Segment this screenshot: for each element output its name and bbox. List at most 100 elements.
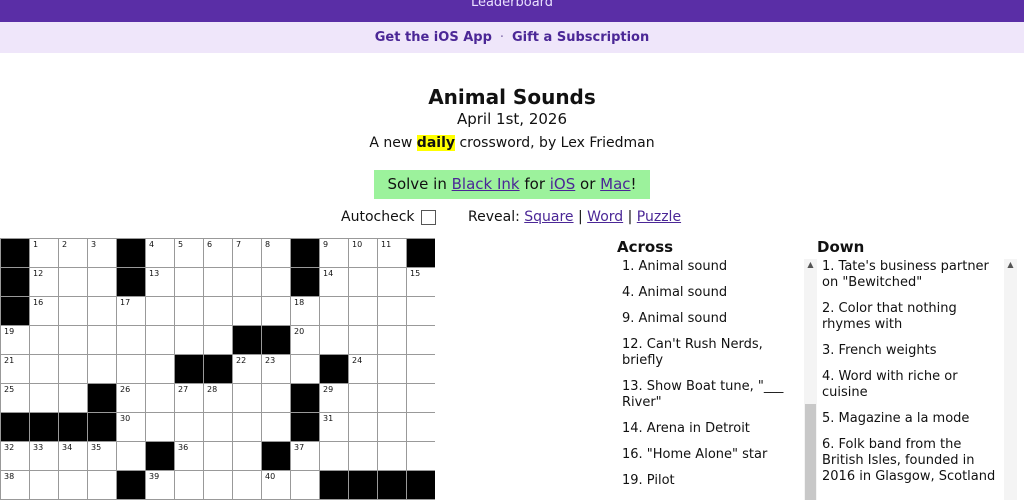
down-clue[interactable]: 3. French weights — [822, 343, 1002, 359]
grid-cell[interactable] — [146, 413, 175, 442]
grid-cell[interactable]: 30 — [117, 413, 146, 442]
grid-cell[interactable]: 8 — [262, 239, 291, 268]
scroll-up-icon[interactable]: ▲ — [804, 259, 817, 271]
down-clue[interactable]: 1. Tate's business partner on "Bewitched… — [822, 259, 1002, 291]
grid-cell[interactable]: 26 — [117, 384, 146, 413]
grid-cell[interactable] — [30, 384, 59, 413]
reveal-puzzle-link[interactable]: Puzzle — [637, 209, 681, 225]
grid-cell[interactable]: 13 — [146, 268, 175, 297]
across-clue[interactable]: 9. Animal sound — [622, 311, 802, 327]
scroll-thumb[interactable] — [805, 404, 816, 500]
grid-cell[interactable] — [262, 297, 291, 326]
grid-cell[interactable]: 28 — [204, 384, 233, 413]
grid-cell[interactable]: 10 — [349, 239, 378, 268]
across-clue-list[interactable]: 1. Animal sound 4. Animal sound 9. Animal … — [622, 259, 802, 500]
grid-cell[interactable] — [291, 471, 320, 500]
grid-cell[interactable]: 4 — [146, 239, 175, 268]
grid-cell[interactable] — [349, 297, 378, 326]
grid-cell[interactable] — [233, 297, 262, 326]
reveal-square-link[interactable]: Square — [524, 209, 573, 225]
grid-cell[interactable] — [204, 471, 233, 500]
grid-cell[interactable]: 35 — [88, 442, 117, 471]
ios-link[interactable]: iOS — [550, 175, 576, 193]
grid-cell[interactable] — [349, 268, 378, 297]
down-clue[interactable]: 2. Color that nothing rhymes with — [822, 301, 1002, 333]
grid-cell[interactable] — [320, 442, 349, 471]
grid-cell[interactable] — [175, 413, 204, 442]
down-clue[interactable]: 6. Folk band from the British Isles, fou… — [822, 437, 1002, 485]
grid-cell[interactable]: 5 — [175, 239, 204, 268]
grid-cell[interactable]: 39 — [146, 471, 175, 500]
grid-cell[interactable] — [146, 355, 175, 384]
grid-cell[interactable] — [59, 297, 88, 326]
grid-cell[interactable] — [320, 297, 349, 326]
across-clue[interactable]: 4. Animal sound — [622, 285, 802, 301]
grid-cell[interactable]: 23 — [262, 355, 291, 384]
grid-cell[interactable] — [378, 297, 407, 326]
leaderboard-link[interactable]: Leaderboard — [0, 0, 1024, 10]
gift-subscription-link[interactable]: Gift a Subscription — [512, 30, 649, 45]
grid-cell[interactable] — [378, 384, 407, 413]
grid-cell[interactable]: 21 — [1, 355, 30, 384]
grid-cell[interactable] — [349, 384, 378, 413]
mac-link[interactable]: Mac — [600, 175, 630, 193]
grid-cell[interactable] — [175, 326, 204, 355]
grid-cell[interactable] — [59, 355, 88, 384]
black-ink-link[interactable]: Black Ink — [452, 175, 520, 193]
grid-cell[interactable]: 22 — [233, 355, 262, 384]
grid-cell[interactable]: 24 — [349, 355, 378, 384]
grid-cell[interactable] — [30, 326, 59, 355]
grid-cell[interactable] — [59, 384, 88, 413]
down-clue[interactable]: 5. Magazine a la mode — [822, 411, 1002, 427]
grid-cell[interactable] — [349, 413, 378, 442]
across-clue[interactable]: 14. Arena in Detroit — [622, 421, 802, 437]
grid-cell[interactable] — [88, 471, 117, 500]
grid-cell[interactable]: 37 — [291, 442, 320, 471]
grid-cell[interactable]: 3 — [88, 239, 117, 268]
grid-cell[interactable] — [291, 355, 320, 384]
grid-cell[interactable] — [349, 326, 378, 355]
grid-cell[interactable] — [88, 297, 117, 326]
grid-cell[interactable] — [88, 355, 117, 384]
grid-cell[interactable]: 29 — [320, 384, 349, 413]
grid-cell[interactable] — [262, 384, 291, 413]
grid-cell[interactable] — [233, 471, 262, 500]
grid-cell[interactable] — [146, 297, 175, 326]
grid-cell[interactable]: 32 — [1, 442, 30, 471]
grid-cell[interactable]: 11 — [378, 239, 407, 268]
grid-cell[interactable] — [378, 442, 407, 471]
grid-cell[interactable] — [349, 442, 378, 471]
grid-cell[interactable]: 25 — [1, 384, 30, 413]
across-clue[interactable]: 16. "Home Alone" star — [622, 447, 802, 463]
grid-cell[interactable]: 2 — [59, 239, 88, 268]
across-scrollbar[interactable]: ▲ — [804, 259, 817, 500]
reveal-word-link[interactable]: Word — [587, 209, 623, 225]
grid-cell[interactable]: 9 — [320, 239, 349, 268]
grid-cell[interactable] — [88, 268, 117, 297]
grid-cell[interactable] — [146, 384, 175, 413]
grid-cell[interactable] — [59, 471, 88, 500]
grid-cell[interactable]: 12 — [30, 268, 59, 297]
grid-cell[interactable]: 33 — [30, 442, 59, 471]
grid-cell[interactable]: 34 — [59, 442, 88, 471]
grid-cell[interactable] — [233, 268, 262, 297]
grid-cell[interactable] — [378, 326, 407, 355]
grid-cell[interactable]: 40 — [262, 471, 291, 500]
grid-cell[interactable] — [378, 355, 407, 384]
get-ios-app-link[interactable]: Get the iOS App — [375, 30, 492, 45]
grid-cell[interactable] — [117, 326, 146, 355]
down-clue-list[interactable]: 1. Tate's business partner on "Bewitched… — [822, 259, 1002, 500]
across-clue[interactable]: 19. Pilot — [622, 473, 802, 489]
grid-cell[interactable]: 38 — [1, 471, 30, 500]
across-clue[interactable]: 12. Can't Rush Nerds, briefly — [622, 337, 802, 369]
grid-cell[interactable]: 19 — [1, 326, 30, 355]
scroll-up-icon[interactable]: ▲ — [1004, 259, 1017, 271]
grid-cell[interactable] — [378, 268, 407, 297]
grid-cell[interactable] — [117, 442, 146, 471]
grid-cell[interactable] — [378, 413, 407, 442]
grid-cell[interactable] — [88, 326, 117, 355]
grid-cell[interactable] — [262, 268, 291, 297]
grid-cell[interactable] — [30, 355, 59, 384]
grid-cell[interactable] — [233, 384, 262, 413]
grid-cell[interactable] — [204, 326, 233, 355]
